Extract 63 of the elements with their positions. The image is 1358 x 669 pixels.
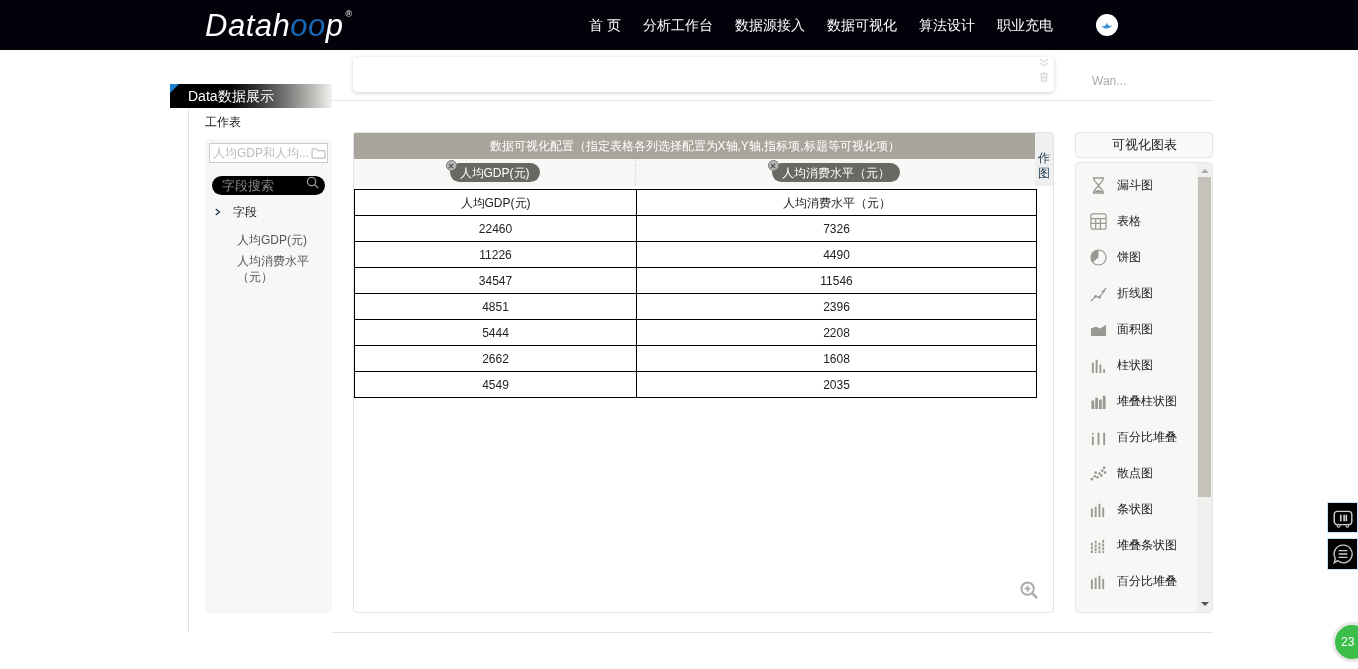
chart-type-item[interactable]: 折线图 [1090, 283, 1197, 303]
chart-type-item[interactable]: 堆叠条状图 [1090, 535, 1197, 555]
double-chevron-icon [1039, 58, 1049, 68]
line-chart-icon [1090, 284, 1107, 302]
field-item[interactable]: 人均GDP(元) [237, 232, 318, 248]
table-cell: 2035 [636, 371, 1037, 398]
trash-icon [1039, 72, 1049, 82]
chart-type-item[interactable]: 条状图 [1090, 499, 1197, 519]
table-cell: 5444 [354, 319, 637, 346]
charts-panel-button[interactable]: 可视化图表 [1075, 132, 1213, 158]
chart-type-item[interactable]: 面积图 [1090, 319, 1197, 339]
chart-type-item[interactable]: 百分比堆叠 [1090, 427, 1197, 447]
table-cell: 11546 [636, 267, 1037, 294]
table-cell: 4490 [636, 241, 1037, 268]
folder-icon [311, 147, 326, 159]
logo[interactable]: Datahoop® [205, 9, 353, 41]
scrollbar[interactable] [1197, 163, 1212, 612]
table-cell: 2208 [636, 319, 1037, 346]
column-header: 人均消费水平（元） [636, 189, 1037, 216]
chat-float-button[interactable] [1327, 538, 1358, 570]
nav-link[interactable]: 算法设计 [919, 14, 975, 36]
config-title-bar: 数据可视化配置（指定表格各列选择配置为X轴,Y轴,指标项,标题等可视化项） [354, 133, 1036, 159]
field-tag[interactable]: 人均GDP(元) [449, 163, 540, 182]
nav-link[interactable]: 首 页 [589, 14, 621, 36]
avatar-icon[interactable] [1096, 14, 1118, 36]
chart-type-item[interactable]: 表格 [1090, 211, 1197, 231]
chart-type-item[interactable]: 散点图 [1090, 463, 1197, 483]
table-cell: 2396 [636, 293, 1037, 320]
nav-link[interactable]: 数据可视化 [827, 14, 897, 36]
field-item[interactable]: 人均消费水平（元） [237, 253, 318, 285]
column-header: 人均GDP(元) [354, 189, 637, 216]
table-cell: 2662 [354, 345, 637, 372]
search-icon[interactable] [306, 176, 319, 189]
table-cell: 4549 [354, 371, 637, 398]
draw-button[interactable]: 作图 [1035, 133, 1053, 186]
tree-label: 字段 [233, 204, 257, 221]
chart-type-item[interactable]: 堆叠柱状图 [1090, 391, 1197, 411]
tree-node[interactable]: 字段 [209, 202, 328, 222]
side-label: Wan... [1092, 73, 1127, 90]
nav-link[interactable]: 职业充电 [997, 14, 1053, 36]
nav-link[interactable]: 分析工作台 [643, 14, 713, 36]
table-cell: 1608 [636, 345, 1037, 372]
chart-type-item[interactable]: 柱状图 [1090, 355, 1197, 375]
section-label: 工作表 [205, 114, 242, 129]
table-icon [1090, 212, 1107, 230]
field-tag[interactable]: 人均消费水平（元） [771, 163, 900, 182]
search-field[interactable]: 字段搜索 [212, 176, 325, 196]
table-cell: 22460 [354, 215, 637, 242]
chart-type-item[interactable]: 百分比堆叠 [1090, 571, 1197, 591]
chat-icon [1331, 543, 1354, 565]
scatter-icon [1090, 464, 1107, 482]
chart-type-item[interactable]: 漏斗图 [1090, 175, 1197, 195]
remove-icon[interactable] [445, 160, 457, 171]
remove-icon[interactable] [767, 160, 779, 171]
suitcase-float-button[interactable] [1327, 502, 1358, 533]
table-cell: 34547 [354, 267, 637, 294]
chart-type-item[interactable]: 饼图 [1090, 247, 1197, 267]
table-cell: 11226 [354, 241, 637, 268]
table-cell: 4851 [354, 293, 637, 320]
pie-icon [1090, 248, 1107, 266]
nav-link[interactable]: 数据源接入 [735, 14, 805, 36]
hourglass-icon [1090, 176, 1107, 194]
table-cell: 7326 [636, 215, 1037, 242]
